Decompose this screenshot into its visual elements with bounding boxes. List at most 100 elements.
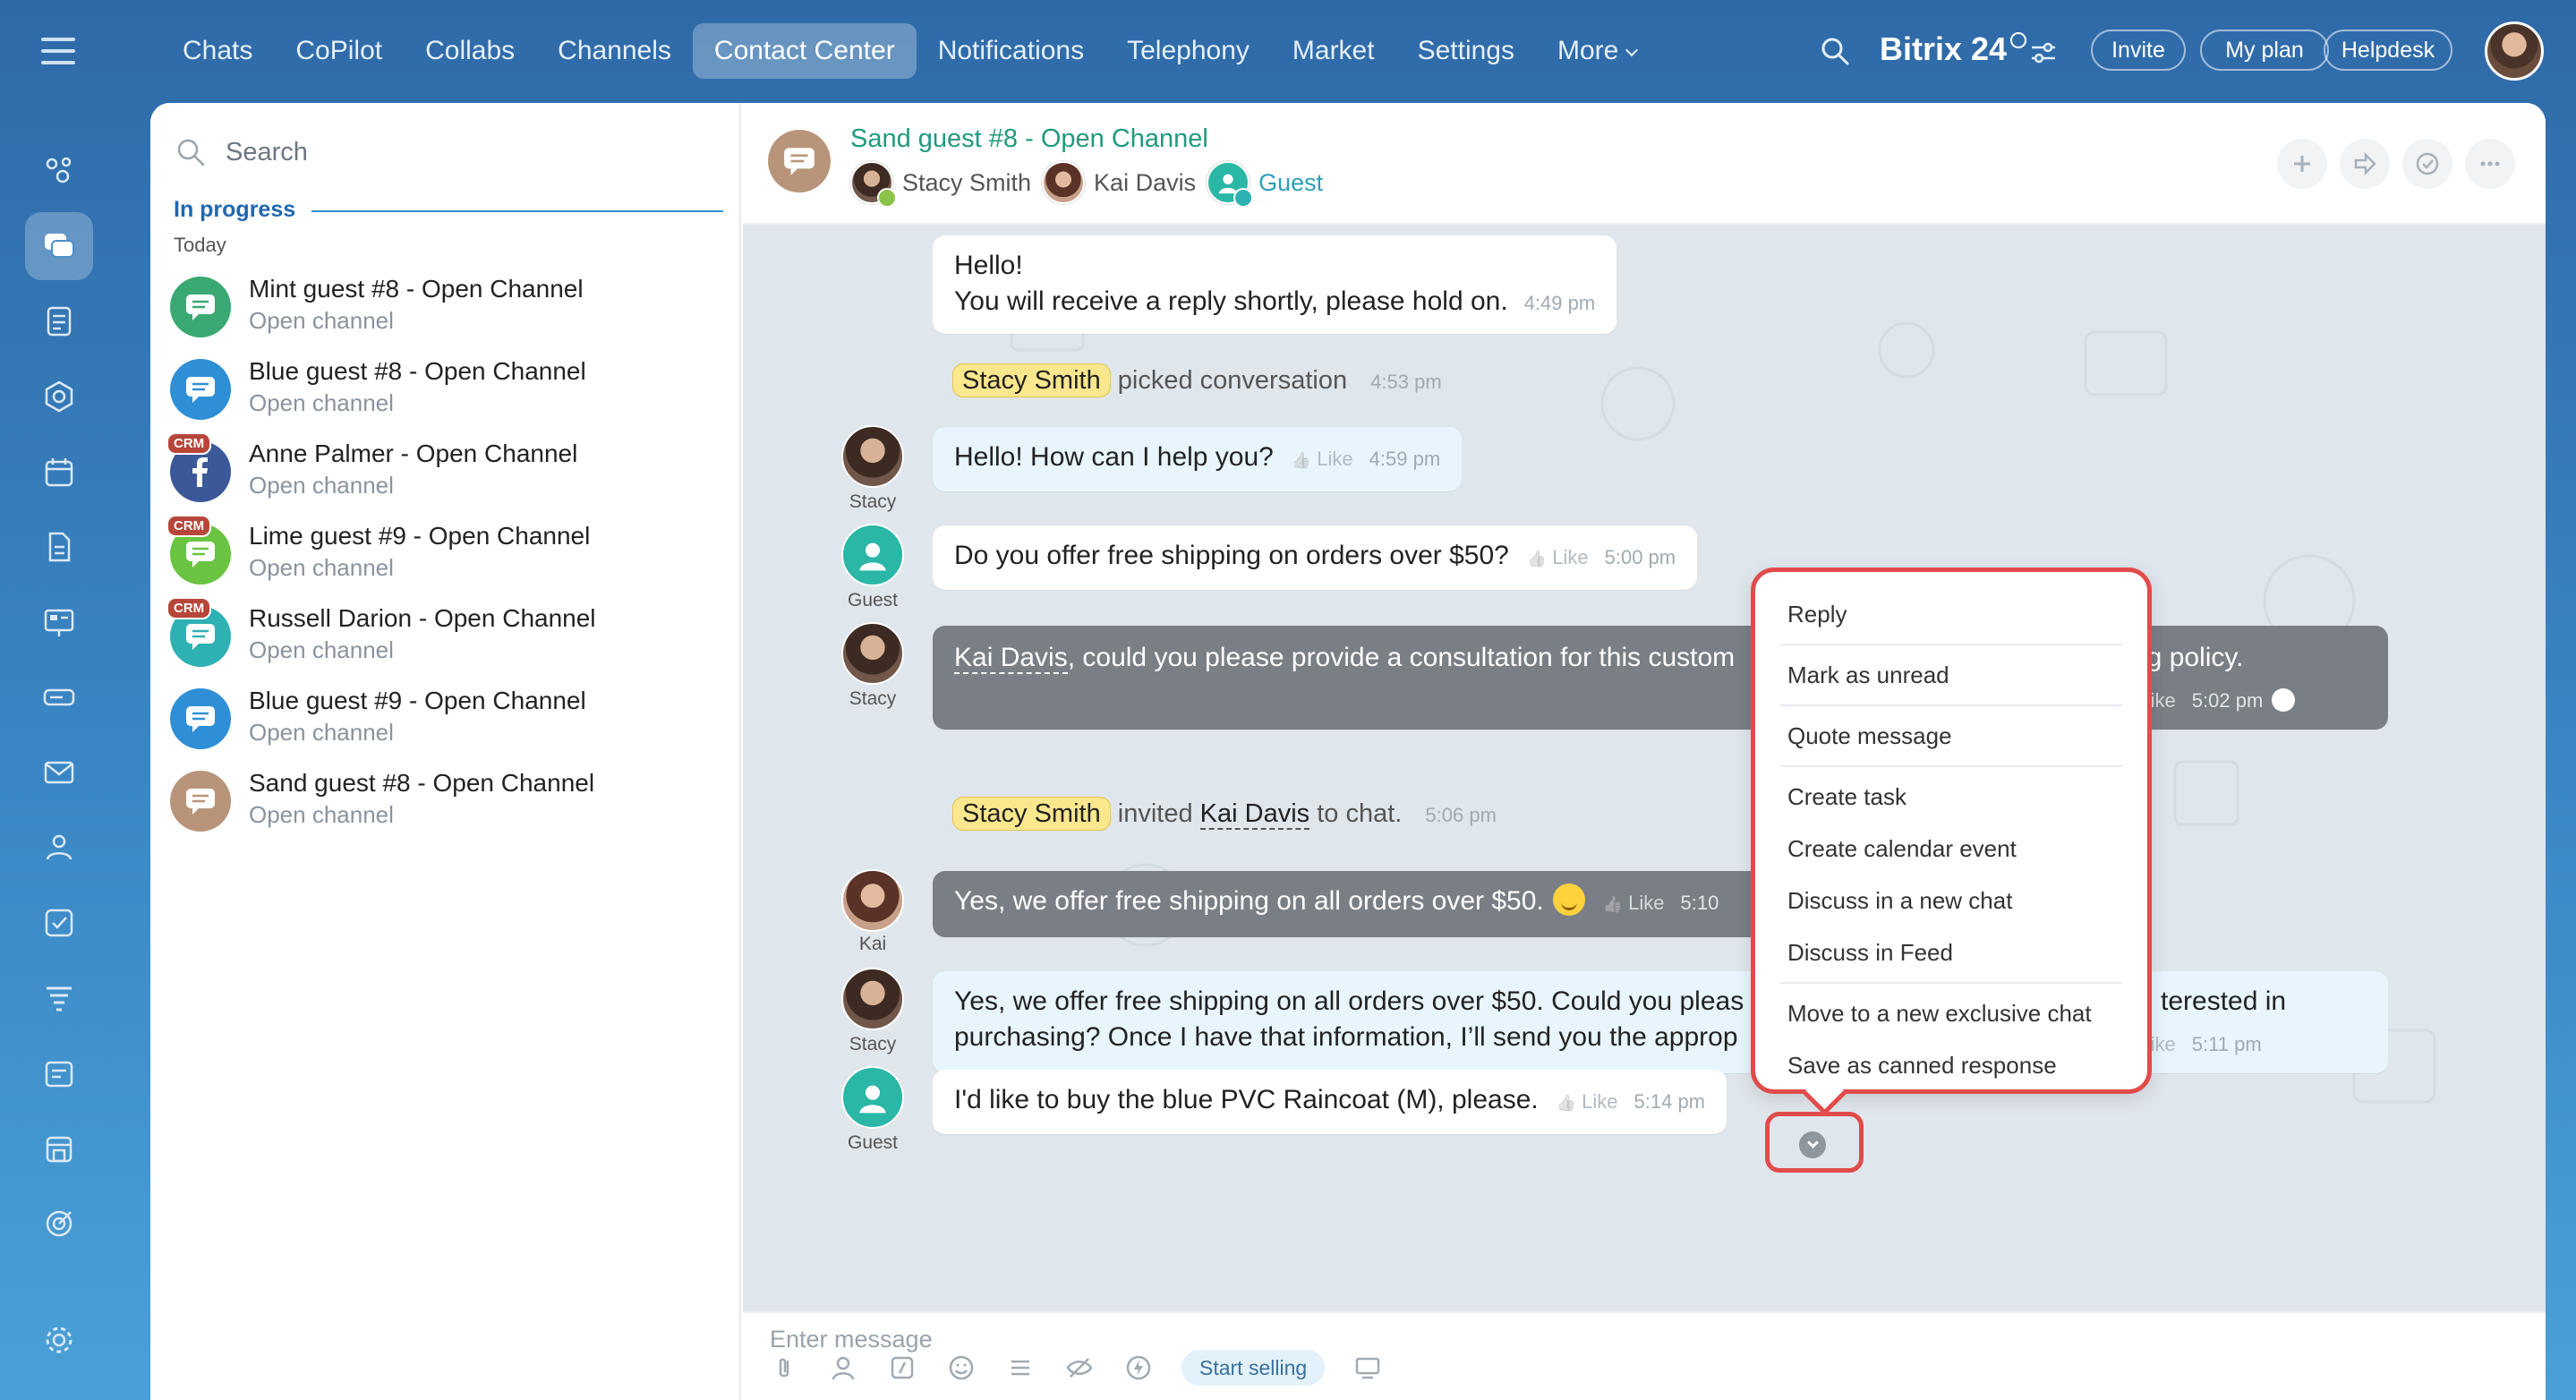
eye-off-icon[interactable] <box>1063 1352 1096 1384</box>
chat-item-lime-guest-9[interactable]: CRM Lime guest #9 - Open Channel Open ch… <box>166 515 725 597</box>
chat-title: Russell Darion - Open Channel <box>249 604 596 632</box>
rail-feed-icon[interactable] <box>25 287 93 355</box>
rail-mail-icon[interactable] <box>25 738 93 807</box>
participant-stacy[interactable]: Stacy Smith <box>850 161 1032 208</box>
menu-icon[interactable] <box>41 38 75 64</box>
menu-item-reply[interactable]: Reply <box>1780 588 2122 640</box>
nav-market[interactable]: Market <box>1271 23 1396 79</box>
slash-command-icon[interactable] <box>886 1352 918 1384</box>
nav-copilot[interactable]: CoPilot <box>274 23 404 79</box>
like-button[interactable]: Like <box>1527 546 1589 568</box>
participant-name: Stacy Smith <box>902 168 1032 196</box>
chat-item-blue-guest-9[interactable]: Blue guest #9 - Open Channel Open channe… <box>170 681 725 762</box>
like-button[interactable]: Like <box>1603 892 1665 914</box>
message-list: Hello! You will receive a reply shortly,… <box>743 225 2546 1311</box>
rail-store-icon[interactable] <box>25 1114 93 1182</box>
avatar[interactable] <box>841 869 904 932</box>
rail-ai-icon[interactable] <box>25 135 93 203</box>
rail-hexagon-icon[interactable] <box>25 363 93 431</box>
menu-item-create-event[interactable]: Create calendar event <box>1780 823 2122 875</box>
nav-collabs[interactable]: Collabs <box>404 23 536 79</box>
forward-button[interactable] <box>2340 139 2390 189</box>
start-selling-button[interactable]: Start selling <box>1181 1350 1326 1386</box>
rail-tasks-icon[interactable] <box>25 889 93 957</box>
menu-item-create-task[interactable]: Create task <box>1780 771 2122 823</box>
avatar-label: Stacy <box>849 688 897 709</box>
avatar[interactable] <box>841 425 904 488</box>
rail-board-icon[interactable] <box>25 588 93 656</box>
my-plan-button[interactable]: My plan <box>2200 30 2329 71</box>
avatar[interactable] <box>841 524 904 586</box>
like-button[interactable]: Like <box>1292 448 1353 470</box>
screen-share-icon[interactable] <box>1352 1352 1384 1384</box>
avatar[interactable] <box>841 968 904 1030</box>
chat-item-mint-guest-8[interactable]: Mint guest #8 - Open Channel Open channe… <box>170 269 725 350</box>
user-icon[interactable] <box>827 1352 859 1384</box>
search-icon[interactable] <box>1820 36 1850 66</box>
invite-button[interactable]: Invite <box>2091 30 2186 71</box>
message-bubble[interactable]: Yes, we offer free shipping on all order… <box>933 971 2388 1073</box>
paperclip-icon[interactable] <box>768 1352 800 1384</box>
helpdesk-button[interactable]: Helpdesk <box>2324 30 2452 71</box>
lightning-icon[interactable] <box>1122 1352 1155 1384</box>
system-text: to chat. <box>1317 799 1403 828</box>
rail-target-icon[interactable] <box>25 1190 93 1258</box>
nav-channels[interactable]: Channels <box>536 23 693 79</box>
menu-item-discuss-feed[interactable]: Discuss in Feed <box>1780 926 2122 978</box>
message-menu-button[interactable] <box>1799 1131 1826 1158</box>
message-bubble[interactable]: Do you offer free shipping on orders ove… <box>933 525 1698 590</box>
message-bubble[interactable]: Kai Davis, could you please provide a co… <box>933 626 2388 730</box>
rail-funnel-icon[interactable] <box>25 964 93 1032</box>
avatar[interactable] <box>841 622 904 685</box>
menu-item-save-canned[interactable]: Save as canned response <box>1780 1039 2122 1091</box>
participant-guest[interactable]: Guest <box>1207 161 1323 208</box>
nav-chats[interactable]: Chats <box>161 23 274 79</box>
rail-planner-icon[interactable] <box>25 1039 93 1107</box>
menu-item-move-exclusive[interactable]: Move to a new exclusive chat <box>1780 987 2122 1039</box>
add-user-button[interactable] <box>2277 139 2327 189</box>
user-mention[interactable]: Kai Davis <box>1199 799 1310 830</box>
rail-drive-icon[interactable] <box>25 663 93 731</box>
menu-item-mark-unread[interactable]: Mark as unread <box>1780 649 2122 701</box>
nav-more[interactable]: More <box>1536 23 1658 79</box>
menu-item-discuss-chat[interactable]: Discuss in a new chat <box>1780 875 2122 926</box>
chat-item-sand-guest-8[interactable]: Sand guest #8 - Open Channel Open channe… <box>170 764 725 844</box>
user-mention[interactable]: Stacy Smith <box>952 797 1111 831</box>
participant-kai[interactable]: Kai Davis <box>1042 161 1196 204</box>
chat-search[interactable] <box>175 130 712 175</box>
avatar[interactable] <box>841 1066 904 1129</box>
chat-item-russell-darion[interactable]: CRM Russell Darion - Open Channel Open c… <box>166 597 725 679</box>
chat-header-avatar[interactable] <box>768 130 831 192</box>
user-mention[interactable]: Kai Davis <box>954 643 1068 674</box>
left-rail <box>0 103 116 1400</box>
nav-telephony[interactable]: Telephony <box>1105 23 1271 79</box>
search-input[interactable] <box>226 137 691 167</box>
more-button[interactable] <box>2465 139 2515 189</box>
message-bubble[interactable]: Hello! You will receive a reply shortly,… <box>933 235 1617 334</box>
section-divider <box>311 210 723 212</box>
rail-gear-icon[interactable] <box>25 1306 93 1374</box>
message-bubble[interactable]: Hello! How can I help you? Like 4:59 pm <box>933 427 1463 491</box>
chat-avatar <box>170 771 231 832</box>
brand-logo[interactable]: Bitrix 24 <box>1880 30 2027 68</box>
user-mention[interactable]: Stacy Smith <box>952 363 1111 397</box>
sliders-icon[interactable] <box>2030 41 2057 64</box>
menu-item-quote[interactable]: Quote message <box>1780 710 2122 762</box>
chat-item-blue-guest-8[interactable]: Blue guest #8 - Open Channel Open channe… <box>170 352 725 432</box>
finish-button[interactable] <box>2402 139 2452 189</box>
nav-settings[interactable]: Settings <box>1396 23 1536 79</box>
rail-calendar-icon[interactable] <box>25 438 93 506</box>
message-bubble[interactable]: I'd like to buy the blue PVC Raincoat (M… <box>933 1070 1727 1134</box>
emoji-icon[interactable] <box>945 1352 977 1384</box>
chat-avatar <box>170 688 231 749</box>
chat-item-anne-palmer[interactable]: CRM Anne Palmer - Open Channel Open chan… <box>166 432 725 515</box>
chat-title[interactable]: Sand guest #8 - Open Channel <box>850 124 1208 154</box>
rail-contacts-icon[interactable] <box>25 814 93 882</box>
nav-notifications[interactable]: Notifications <box>917 23 1105 79</box>
rail-document-icon[interactable] <box>25 513 93 581</box>
rail-chats-icon[interactable] <box>25 212 93 280</box>
user-avatar[interactable] <box>2485 21 2544 81</box>
list-icon[interactable] <box>1004 1352 1036 1384</box>
like-button[interactable]: Like <box>1557 1090 1618 1113</box>
nav-contact-center[interactable]: Contact Center <box>692 23 917 79</box>
